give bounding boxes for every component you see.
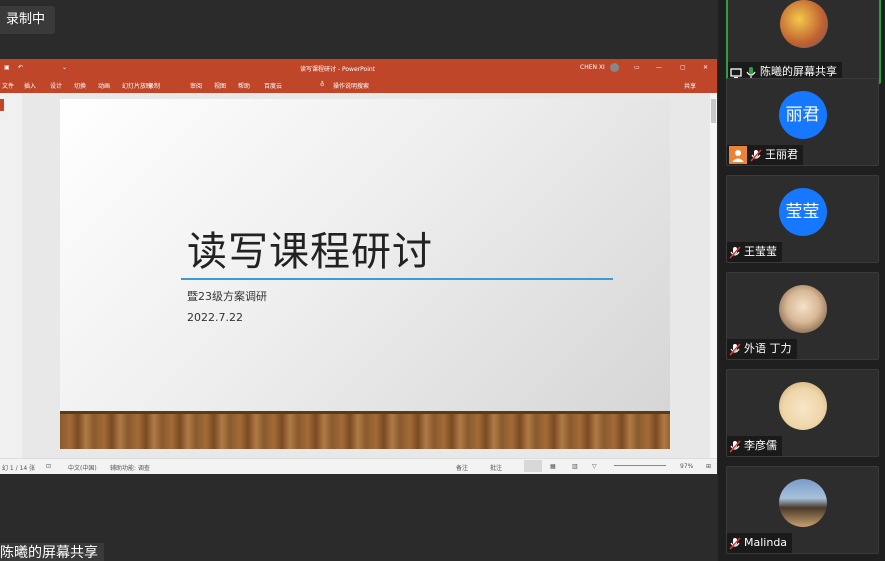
tab-insert[interactable]: 插入: [24, 81, 36, 90]
active-slide-thumbnail[interactable]: [0, 99, 4, 111]
participant-name-bar: 王莹莹: [727, 242, 782, 262]
status-bar: 幻 1 / 14 张 ⊡ 中文(中国) 辅助功能: 调查 备注 批注 ▦ ▥ ▽…: [0, 458, 717, 474]
participant-name: 陈曦的屏幕共享: [760, 65, 837, 78]
mic-muted-icon: [750, 148, 762, 162]
window-title: 读写课程研讨 - PowerPoint: [300, 66, 376, 73]
slide-title[interactable]: 读写课程研讨: [187, 219, 433, 277]
participant-name: 王丽君: [765, 148, 798, 161]
participant-tile[interactable]: 莹莹 王莹莹: [726, 175, 879, 263]
ribbon-tabs: 文件 插入 设计 切换 动画 幻灯片放映 录制 审阅 视图 帮助 百度云 ♁ 操…: [0, 77, 717, 93]
language-indicator[interactable]: 中文(中国): [68, 463, 97, 472]
mic-muted-icon: [729, 245, 741, 259]
participant-tile[interactable]: Malinda: [726, 466, 879, 554]
avatar: 莹莹: [778, 188, 827, 236]
participant-tile[interactable]: 李彦儒: [726, 369, 879, 457]
ribbon-options-icon[interactable]: ▭: [634, 64, 640, 71]
tab-record[interactable]: 录制: [148, 81, 160, 90]
mic-muted-icon: [729, 342, 741, 356]
wood-floor-decoration: [60, 411, 670, 449]
slideshow-view-icon[interactable]: ▽: [592, 463, 597, 470]
mic-muted-icon: [729, 536, 741, 550]
screen-share-icon: [730, 66, 742, 79]
close-icon[interactable]: ✕: [703, 64, 708, 71]
cartoon-face-icon: [778, 382, 827, 430]
quick-access-icon[interactable]: ⌄: [62, 64, 67, 71]
cartoon-avatar-icon: [779, 0, 828, 48]
powerpoint-window: ▣ ↶ ⌄ 读写课程研讨 - PowerPoint CHEN XI ▭ — ▢ …: [0, 59, 717, 474]
ppt-titlebar: ▣ ↶ ⌄ 读写课程研讨 - PowerPoint CHEN XI ▭ — ▢ …: [0, 59, 717, 77]
tab-review[interactable]: 审阅: [190, 81, 202, 90]
slide-counter: 幻 1 / 14 张: [2, 465, 36, 472]
participant-tile[interactable]: 陈曦的屏幕共享: [726, 0, 881, 84]
tab-transitions[interactable]: 切换: [74, 81, 86, 90]
spellcheck-icon[interactable]: ⊡: [46, 463, 51, 470]
participant-name-bar: Malinda: [727, 533, 793, 553]
slide-canvas: 读写课程研讨 暨23级方案调研 2022.7.22: [22, 93, 710, 458]
shared-screen-area: 录制中 ▣ ↶ ⌄ 读写课程研讨 - PowerPoint CHEN XI ▭ …: [0, 0, 718, 561]
slide-thumbnail-pane[interactable]: [0, 93, 23, 458]
participant-sidebar: 陈曦的屏幕共享 丽君 王丽君 莹莹 王莹莹 外语 丁力 李彦儒 Malinda: [718, 0, 885, 561]
reading-view-icon[interactable]: ▥: [572, 463, 578, 470]
share-button[interactable]: 共享: [684, 81, 696, 90]
screen-share-label: 陈曦的屏幕共享: [0, 543, 104, 561]
zoom-level[interactable]: 97%: [680, 463, 693, 470]
accessibility-status[interactable]: 辅助功能: 调查: [110, 463, 150, 472]
avatar: 丽君: [778, 91, 827, 139]
participant-name-bar: 李彦儒: [727, 436, 782, 456]
tab-animations[interactable]: 动画: [98, 81, 110, 90]
tab-view[interactable]: 视图: [214, 81, 226, 90]
tab-help[interactable]: 帮助: [238, 81, 250, 90]
fit-slide-icon[interactable]: ⊞: [706, 463, 711, 470]
participant-tile[interactable]: 外语 丁力: [726, 272, 879, 360]
vertical-scrollbar[interactable]: [710, 93, 717, 458]
participant-name: Malinda: [744, 536, 788, 549]
minimize-icon[interactable]: —: [656, 64, 662, 71]
save-icon[interactable]: ▣: [4, 64, 10, 71]
sorter-view-icon[interactable]: ▦: [550, 463, 556, 470]
participant-name: 李彦儒: [744, 439, 777, 452]
slide-subtitle[interactable]: 暨23级方案调研: [187, 288, 267, 304]
slide-date[interactable]: 2022.7.22: [187, 311, 243, 324]
mic-muted-icon: [729, 439, 741, 453]
maximize-icon[interactable]: ▢: [680, 64, 686, 71]
tab-file[interactable]: 文件: [2, 81, 14, 90]
title-underline: [181, 278, 613, 280]
comments-button[interactable]: 批注: [490, 463, 502, 472]
user-avatar[interactable]: [610, 63, 619, 72]
lightbulb-icon: ♁: [320, 81, 325, 88]
host-icon: [729, 146, 747, 164]
tell-me-search[interactable]: 操作说明搜索: [333, 81, 369, 90]
landscape-photo-icon: [778, 479, 827, 527]
mic-on-icon: [745, 66, 757, 79]
tab-baidu[interactable]: 百度云: [264, 81, 282, 90]
current-slide[interactable]: 读写课程研讨 暨23级方案调研 2022.7.22: [60, 99, 670, 449]
notes-button[interactable]: 备注: [456, 463, 468, 472]
tab-design[interactable]: 设计: [50, 81, 62, 90]
zoom-slider[interactable]: [614, 465, 666, 466]
undo-icon[interactable]: ↶: [18, 64, 23, 71]
normal-view-icon[interactable]: [524, 460, 542, 472]
user-name[interactable]: CHEN XI: [580, 64, 605, 71]
scrollbar-thumb[interactable]: [711, 99, 716, 123]
participant-name: 外语 丁力: [744, 342, 792, 355]
participant-name-bar: 王丽君: [727, 145, 803, 165]
cat-photo-icon: [778, 285, 827, 333]
recording-indicator[interactable]: 录制中: [0, 6, 56, 34]
participant-name-bar: 外语 丁力: [727, 339, 797, 359]
participant-tile[interactable]: 丽君 王丽君: [726, 78, 879, 166]
participant-name: 王莹莹: [744, 245, 777, 258]
